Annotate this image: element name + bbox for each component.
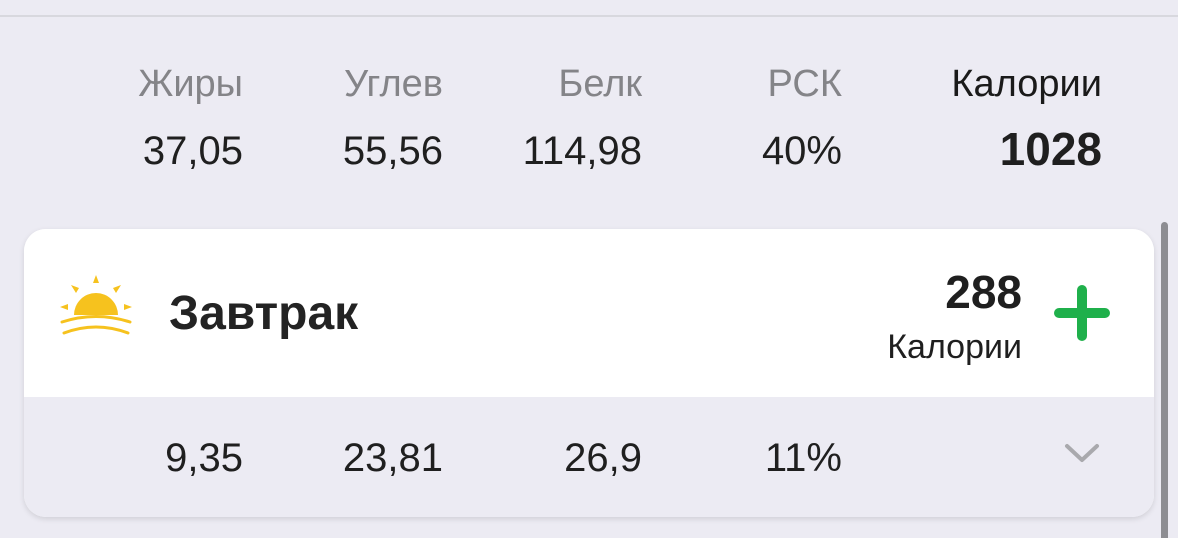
protein-value: 114,98 — [522, 129, 642, 173]
meal-title: Завтрак — [169, 287, 359, 340]
nutrition-screen: Жиры Углев Белк РСК Калории 37,05 55,56 … — [0, 0, 1178, 538]
scrollbar[interactable] — [1161, 222, 1168, 538]
protein-label: Белк — [558, 63, 642, 105]
meal-card-breakfast: Завтрак 288 Калории 9,35 23,81 26,9 11% — [24, 229, 1154, 517]
daily-totals: Жиры Углев Белк РСК Калории 37,05 55,56 … — [0, 0, 1178, 200]
fat-value: 37,05 — [142, 129, 243, 173]
carbs-value: 55,56 — [342, 129, 443, 173]
sunrise-icon — [60, 275, 132, 335]
calories-value: 1028 — [999, 123, 1102, 175]
meal-fat-value: 9,35 — [165, 436, 243, 480]
fat-label: Жиры — [138, 63, 243, 105]
meal-macros-row: 9,35 23,81 26,9 11% — [24, 397, 1154, 517]
meal-calories-value: 288 — [945, 266, 1022, 318]
carbs-label: Углев — [344, 63, 443, 105]
plus-icon[interactable] — [1050, 281, 1114, 345]
meal-carbs-value: 23,81 — [342, 436, 443, 480]
rsk-value: 40% — [761, 129, 842, 173]
chevron-down-icon[interactable] — [1064, 441, 1100, 465]
rsk-label: РСК — [767, 63, 843, 105]
meal-card-header[interactable]: Завтрак 288 Калории — [24, 229, 1154, 397]
meal-protein-value: 26,9 — [564, 436, 642, 480]
meal-calories-label: Калории — [887, 328, 1022, 366]
calories-label: Калории — [951, 63, 1102, 105]
meal-rsk-value: 11% — [764, 436, 842, 480]
